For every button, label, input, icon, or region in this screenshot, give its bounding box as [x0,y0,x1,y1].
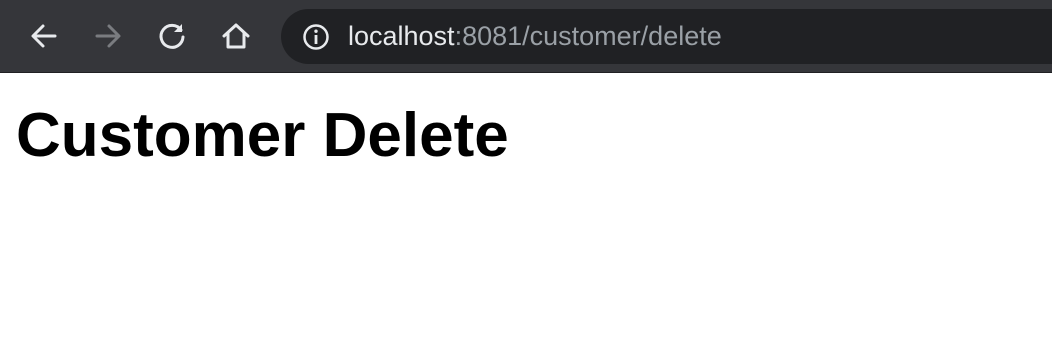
url-host: localhost [348,21,455,51]
home-button[interactable] [214,14,258,58]
url-path: :8081/customer/delete [454,21,722,51]
back-button[interactable] [22,14,66,58]
page-title: Customer Delete [16,101,509,170]
reload-button[interactable] [150,14,194,58]
browser-toolbar: localhost:8081/customer/delete [0,0,1052,73]
forward-button[interactable] [86,14,130,58]
arrow-right-icon [95,24,121,48]
home-icon [222,23,250,49]
info-icon[interactable] [302,23,330,51]
reload-icon [159,23,185,49]
arrow-left-icon [31,24,57,48]
address-bar[interactable]: localhost:8081/customer/delete [281,9,1052,64]
url-text[interactable]: localhost:8081/customer/delete [348,9,722,64]
